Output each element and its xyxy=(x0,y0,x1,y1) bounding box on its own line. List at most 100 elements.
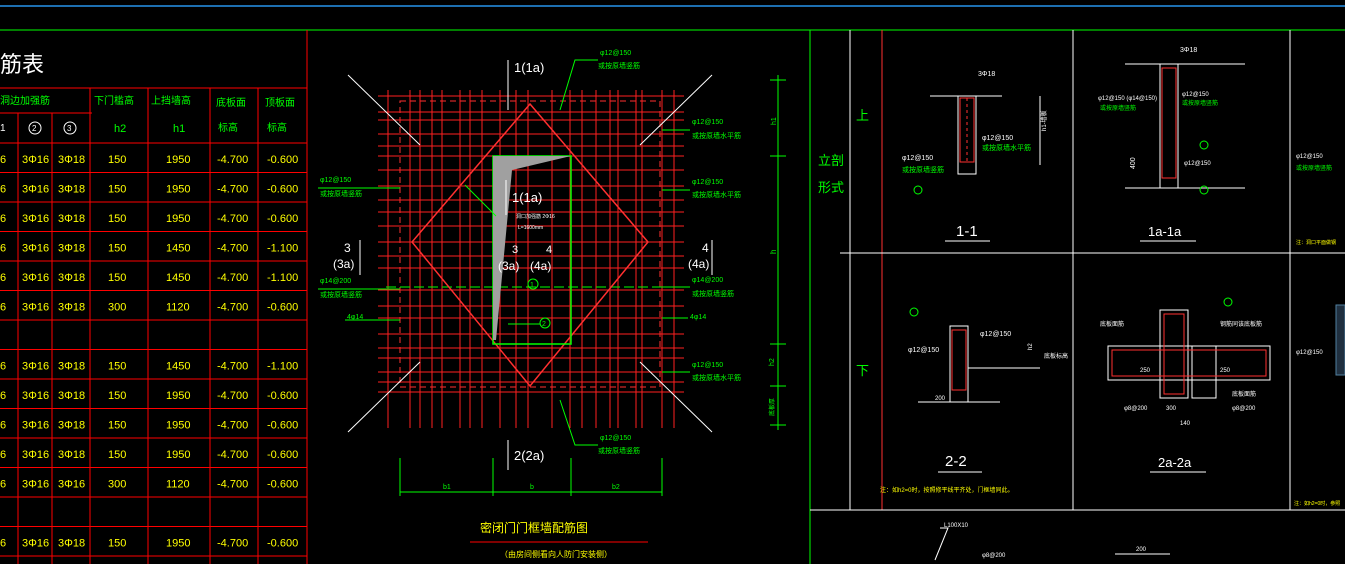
table-row: 6 3Φ16 3Φ16 300 1120 -4.700 -0.600 xyxy=(0,478,298,490)
cell-bar2: 3Φ16 xyxy=(22,478,49,490)
label-right-2b: 或按原墙水平筋 xyxy=(692,190,741,199)
leader-bottom xyxy=(559,399,598,446)
cell-h2: 150 xyxy=(108,390,126,402)
cell-h2: 150 xyxy=(108,154,126,166)
s2a-w: 140 xyxy=(1180,421,1191,427)
note-1: 注：如h2=0时，按照修平线平齐处，门框墙同此。 xyxy=(880,486,1014,494)
s1a-name: 1a-1a xyxy=(1148,224,1182,239)
cell-top: -0.600 xyxy=(267,419,298,431)
table-row: 6 3Φ16 3Φ18 150 1950 -4.700 -0.600 xyxy=(0,154,298,166)
cell-a: 6 xyxy=(0,449,6,461)
cell-h1: 1950 xyxy=(166,154,190,166)
s2a-name: 2a-2a xyxy=(1158,455,1192,470)
cell-a: 6 xyxy=(0,390,6,402)
section-mid-3: 3 xyxy=(512,244,518,256)
door-frame-wall-drawing: 1(1a) 1(1a) 2(2a) 3 (3a) 4 (4a) 3 4 (3a)… xyxy=(318,30,811,564)
cell-bar2: 3Φ16 xyxy=(22,242,49,254)
drawing-title: 密闭门门框墙配筋图 xyxy=(480,520,588,535)
table-row: 6 3Φ16 3Φ18 150 1950 -4.700 -0.600 xyxy=(0,213,298,225)
s2a-callout xyxy=(1223,297,1233,307)
s2a-stirrup xyxy=(1163,313,1185,395)
table-row: 6 3Φ16 3Φ18 150 1450 -4.700 -1.100 xyxy=(0,360,298,372)
dim-b2-label: b2 xyxy=(612,484,620,491)
section-2a-2a: 底板面筋 钢筋同该底板筋 底板面筋 250 250 300 φ8@200 φ8@… xyxy=(1100,297,1271,473)
label-elev-2: 形式 xyxy=(818,180,844,195)
s1a-callout-a xyxy=(1199,140,1209,150)
label-right-1: φ12@150 xyxy=(692,119,723,126)
cell-h2: 150 xyxy=(108,242,126,254)
s1a-a-label: φ12@150 (φ14@150) xyxy=(1098,96,1157,102)
s11-top-label: 3Φ18 xyxy=(978,71,995,78)
s1a-stirrup xyxy=(1161,67,1177,179)
section-left-a: (3a) xyxy=(333,257,354,271)
cell-top: -0.600 xyxy=(267,478,298,490)
section-right-a: (4a) xyxy=(688,257,709,271)
dim-h1-label: h1 xyxy=(771,117,778,125)
cell-h1: 1950 xyxy=(166,213,190,225)
cell-bar3: 3Φ18 xyxy=(58,360,85,372)
section-1-1: 3Φ18 φ12@150 或按原墙水平筋 φ12@150 或按原墙竖筋 h1-墙… xyxy=(902,71,1048,242)
cell-bar2: 3Φ16 xyxy=(22,272,49,284)
inner-label-2: L=1600mm xyxy=(518,225,543,231)
cell-h2: 300 xyxy=(108,478,126,490)
sub-col-2: 2 xyxy=(32,124,37,133)
label-right-1b: 或按原墙水平筋 xyxy=(692,131,741,140)
cell-floor: -4.700 xyxy=(217,154,248,166)
sub-col-3: 3 xyxy=(67,124,72,133)
cell-top: -0.600 xyxy=(267,301,298,313)
bot-a: L100X10 xyxy=(944,523,969,529)
cell-h1: 1450 xyxy=(166,360,190,372)
cell-h1: 1950 xyxy=(166,183,190,195)
cell-h2: 150 xyxy=(108,449,126,461)
note-3: 注：如h2=0时，参照 xyxy=(1294,500,1340,507)
s11-b-label: φ12@150 xyxy=(902,155,933,162)
section-details: 上 下 立剖 形式 3Φ18 φ12@150 或按原墙水平筋 φ12@150 或… xyxy=(810,30,1345,561)
scrollbar-thumb[interactable] xyxy=(1335,304,1345,376)
cell-h2: 150 xyxy=(108,183,126,195)
s2a-d3: 300 xyxy=(1166,406,1177,412)
section-right-num: 4 xyxy=(702,241,709,255)
cad-drawing: 筋表 洞边加强筋 下门槛高 上挡墙高 底板面 标高 顶板面 标高 1 2 3 h… xyxy=(0,5,1345,564)
far-label-2: φ12@150 xyxy=(1296,350,1323,356)
s2a-b-label: 钢筋同该底板筋 xyxy=(1220,320,1262,328)
s22-name: 2-2 xyxy=(945,453,967,470)
cell-top: -0.600 xyxy=(267,183,298,195)
cell-floor: -4.700 xyxy=(217,360,248,372)
cell-a: 6 xyxy=(0,272,6,284)
cell-top: -0.600 xyxy=(267,537,298,549)
label-right-3b: 或按原墙竖筋 xyxy=(692,289,734,298)
cell-bar2: 3Φ16 xyxy=(22,537,49,549)
label-down: 下 xyxy=(856,363,869,378)
cell-bar2: 3Φ16 xyxy=(22,419,49,431)
s22-callout xyxy=(909,307,919,317)
sub-col-1: 1 xyxy=(0,123,6,134)
section-mid-3a: (3a) xyxy=(498,259,519,273)
cell-a: 6 xyxy=(0,213,6,225)
label-right-5: φ12@150 xyxy=(692,362,723,369)
cell-h1: 1120 xyxy=(166,478,190,490)
label-left-2: φ14@200 xyxy=(320,278,351,285)
cad-viewport[interactable]: 筋表 洞边加强筋 下门槛高 上挡墙高 底板面 标高 顶板面 标高 1 2 3 h… xyxy=(0,0,1345,564)
note-2: 注：洞口平面做钢 xyxy=(1296,239,1336,246)
cell-floor: -4.700 xyxy=(217,242,248,254)
cell-bar3: 3Φ18 xyxy=(58,449,85,461)
callout-1: 1 xyxy=(530,282,534,289)
callout-2: 2 xyxy=(542,321,546,328)
label-right-3: φ14@200 xyxy=(692,277,723,284)
label-left-1b: 或按原墙竖筋 xyxy=(320,189,362,198)
s2a-slab xyxy=(1107,345,1271,381)
label-bottom-b: 或按原墙竖筋 xyxy=(598,446,640,455)
label-elev-1: 立剖 xyxy=(818,153,844,168)
cell-a: 6 xyxy=(0,183,6,195)
cell-h2: 150 xyxy=(108,537,126,549)
s22-stirrup xyxy=(951,329,967,391)
cell-floor: -4.700 xyxy=(217,213,248,225)
cell-h2: 150 xyxy=(108,213,126,225)
cell-h2: 150 xyxy=(108,419,126,431)
section-bottom-label: 2(2a) xyxy=(514,448,544,463)
s22-b-label: φ12@150 xyxy=(908,347,939,354)
section-mid-4: 4 xyxy=(546,244,552,256)
col-top-label: 顶板面 xyxy=(265,96,295,109)
s1a-top-label: 3Φ18 xyxy=(1180,47,1197,54)
dim-h-label: h xyxy=(769,250,778,254)
